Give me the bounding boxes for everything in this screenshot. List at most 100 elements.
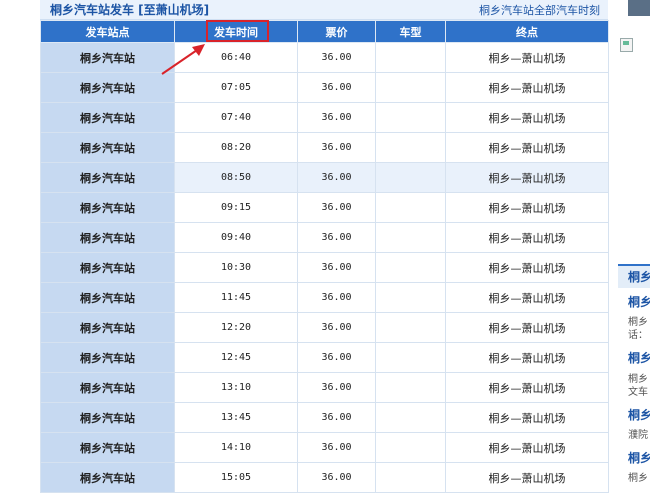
sidebar-desc: 濮院 — [628, 430, 648, 441]
sidebar-desc: 桐乡 — [628, 317, 648, 328]
annotation-highlight-box — [206, 20, 269, 42]
station-cell: 桐乡汽车站 — [40, 372, 175, 403]
sidebar-link[interactable]: 桐乡 — [628, 293, 650, 310]
table-header-row: 发车站点 发车时间 票价 车型 终点 — [40, 20, 609, 43]
bus-type-cell — [375, 312, 446, 343]
table-row: 桐乡汽车站 10:30 36.00 桐乡—萧山机场 — [40, 252, 609, 283]
destination-cell: 桐乡—萧山机场 — [445, 312, 609, 343]
bus-type-cell — [375, 132, 446, 163]
departure-time-cell: 09:40 — [174, 222, 298, 253]
sidebar-link[interactable]: 桐乡 — [628, 349, 650, 366]
bus-type-cell — [375, 432, 446, 463]
destination-cell: 桐乡—萧山机场 — [445, 252, 609, 283]
all-schedules-link[interactable]: 桐乡汽车站全部汽车时刻 — [479, 2, 600, 18]
thumbnail-image — [628, 0, 650, 16]
departure-time-cell: 10:30 — [174, 252, 298, 283]
departure-time-cell: 12:45 — [174, 342, 298, 373]
bus-type-cell — [375, 372, 446, 403]
bus-type-cell — [375, 342, 446, 373]
table-row: 桐乡汽车站 06:40 36.00 桐乡—萧山机场 — [40, 42, 609, 73]
destination-cell: 桐乡—萧山机场 — [445, 42, 609, 73]
station-cell: 桐乡汽车站 — [40, 312, 175, 343]
departure-time-cell: 09:15 — [174, 192, 298, 223]
table-row: 桐乡汽车站 08:50 36.00 桐乡—萧山机场 — [40, 162, 609, 193]
table-row: 桐乡汽车站 07:05 36.00 桐乡—萧山机场 — [40, 72, 609, 103]
price-cell: 36.00 — [297, 282, 376, 313]
sidebar-desc: 文车 — [628, 387, 648, 398]
price-cell: 36.00 — [297, 372, 376, 403]
destination-cell: 桐乡—萧山机场 — [445, 192, 609, 223]
bus-type-cell — [375, 222, 446, 253]
sidebar-link[interactable]: 桐乡 — [628, 406, 650, 423]
departure-time-cell: 14:10 — [174, 432, 298, 463]
price-cell: 36.00 — [297, 462, 376, 493]
destination-cell: 桐乡—萧山机场 — [445, 372, 609, 403]
station-cell: 桐乡汽车站 — [40, 102, 175, 133]
bus-type-cell — [375, 402, 446, 433]
price-cell: 36.00 — [297, 162, 376, 193]
table-row: 桐乡汽车站 09:15 36.00 桐乡—萧山机场 — [40, 192, 609, 223]
departure-time-cell: 15:05 — [174, 462, 298, 493]
schedule-header: 桐乡汽车站发车 [至萧山机场] 桐乡汽车站全部汽车时刻 — [40, 0, 608, 20]
departure-time-cell: 08:50 — [174, 162, 298, 193]
right-sidebar: 桐乡 桐乡 桐乡 话： 桐乡 桐乡 文车 桐乡 濮院 桐乡 桐乡 — [610, 0, 650, 488]
col-header-bus-type: 车型 — [375, 20, 446, 43]
station-cell: 桐乡汽车站 — [40, 132, 175, 163]
destination-cell: 桐乡—萧山机场 — [445, 402, 609, 433]
station-cell: 桐乡汽车站 — [40, 282, 175, 313]
bus-type-cell — [375, 192, 446, 223]
sidebar-heading: 桐乡 — [618, 264, 650, 288]
price-cell: 36.00 — [297, 72, 376, 103]
sidebar-desc: 桐乡 — [628, 374, 648, 385]
table-row: 桐乡汽车站 14:10 36.00 桐乡—萧山机场 — [40, 432, 609, 463]
annotation-arrow-icon — [161, 44, 205, 75]
price-cell: 36.00 — [297, 342, 376, 373]
col-header-price: 票价 — [297, 20, 376, 43]
price-cell: 36.00 — [297, 132, 376, 163]
table-row: 桐乡汽车站 13:45 36.00 桐乡—萧山机场 — [40, 402, 609, 433]
table-row: 桐乡汽车站 09:40 36.00 桐乡—萧山机场 — [40, 222, 609, 253]
destination-cell: 桐乡—萧山机场 — [445, 462, 609, 493]
station-cell: 桐乡汽车站 — [40, 462, 175, 493]
destination-cell: 桐乡—萧山机场 — [445, 342, 609, 373]
departure-time-cell: 07:40 — [174, 102, 298, 133]
destination-cell: 桐乡—萧山机场 — [445, 282, 609, 313]
destination-cell: 桐乡—萧山机场 — [445, 72, 609, 103]
departure-time-cell: 08:20 — [174, 132, 298, 163]
table-row: 桐乡汽车站 11:45 36.00 桐乡—萧山机场 — [40, 282, 609, 313]
station-cell: 桐乡汽车站 — [40, 402, 175, 433]
bus-type-cell — [375, 102, 446, 133]
destination-cell: 桐乡—萧山机场 — [445, 102, 609, 133]
sidebar-link[interactable]: 桐乡 — [628, 449, 650, 466]
bus-type-cell — [375, 282, 446, 313]
price-cell: 36.00 — [297, 222, 376, 253]
station-cell: 桐乡汽车站 — [40, 162, 175, 193]
table-row: 桐乡汽车站 12:45 36.00 桐乡—萧山机场 — [40, 342, 609, 373]
price-cell: 36.00 — [297, 102, 376, 133]
sidebar-desc: 桐乡 — [628, 473, 648, 484]
broken-image-icon — [620, 38, 633, 52]
bus-type-cell — [375, 162, 446, 193]
departure-time-cell: 12:20 — [174, 312, 298, 343]
destination-cell: 桐乡—萧山机场 — [445, 432, 609, 463]
station-cell: 桐乡汽车站 — [40, 432, 175, 463]
destination-cell: 桐乡—萧山机场 — [445, 132, 609, 163]
station-cell: 桐乡汽车站 — [40, 342, 175, 373]
destination-cell: 桐乡—萧山机场 — [445, 162, 609, 193]
departure-time-cell: 11:45 — [174, 282, 298, 313]
price-cell: 36.00 — [297, 312, 376, 343]
station-cell: 桐乡汽车站 — [40, 192, 175, 223]
price-cell: 36.00 — [297, 42, 376, 73]
bus-type-cell — [375, 462, 446, 493]
departure-time-cell: 13:10 — [174, 372, 298, 403]
price-cell: 36.00 — [297, 402, 376, 433]
table-row: 桐乡汽车站 15:05 36.00 桐乡—萧山机场 — [40, 462, 609, 493]
destination-cell: 桐乡—萧山机场 — [445, 222, 609, 253]
page-title: 桐乡汽车站发车 [至萧山机场] — [50, 3, 210, 17]
station-cell: 桐乡汽车站 — [40, 252, 175, 283]
departure-time-cell: 13:45 — [174, 402, 298, 433]
bus-type-cell — [375, 252, 446, 283]
station-cell: 桐乡汽车站 — [40, 222, 175, 253]
schedule-table: 发车站点 发车时间 票价 车型 终点 桐乡汽车站 06:40 36.00 桐乡—萧山机… — [40, 20, 609, 493]
schedule-rows: 桐乡汽车站 06:40 36.00 桐乡—萧山机场 桐乡汽车站 07:05 36.00 桐乡—… — [40, 42, 609, 493]
